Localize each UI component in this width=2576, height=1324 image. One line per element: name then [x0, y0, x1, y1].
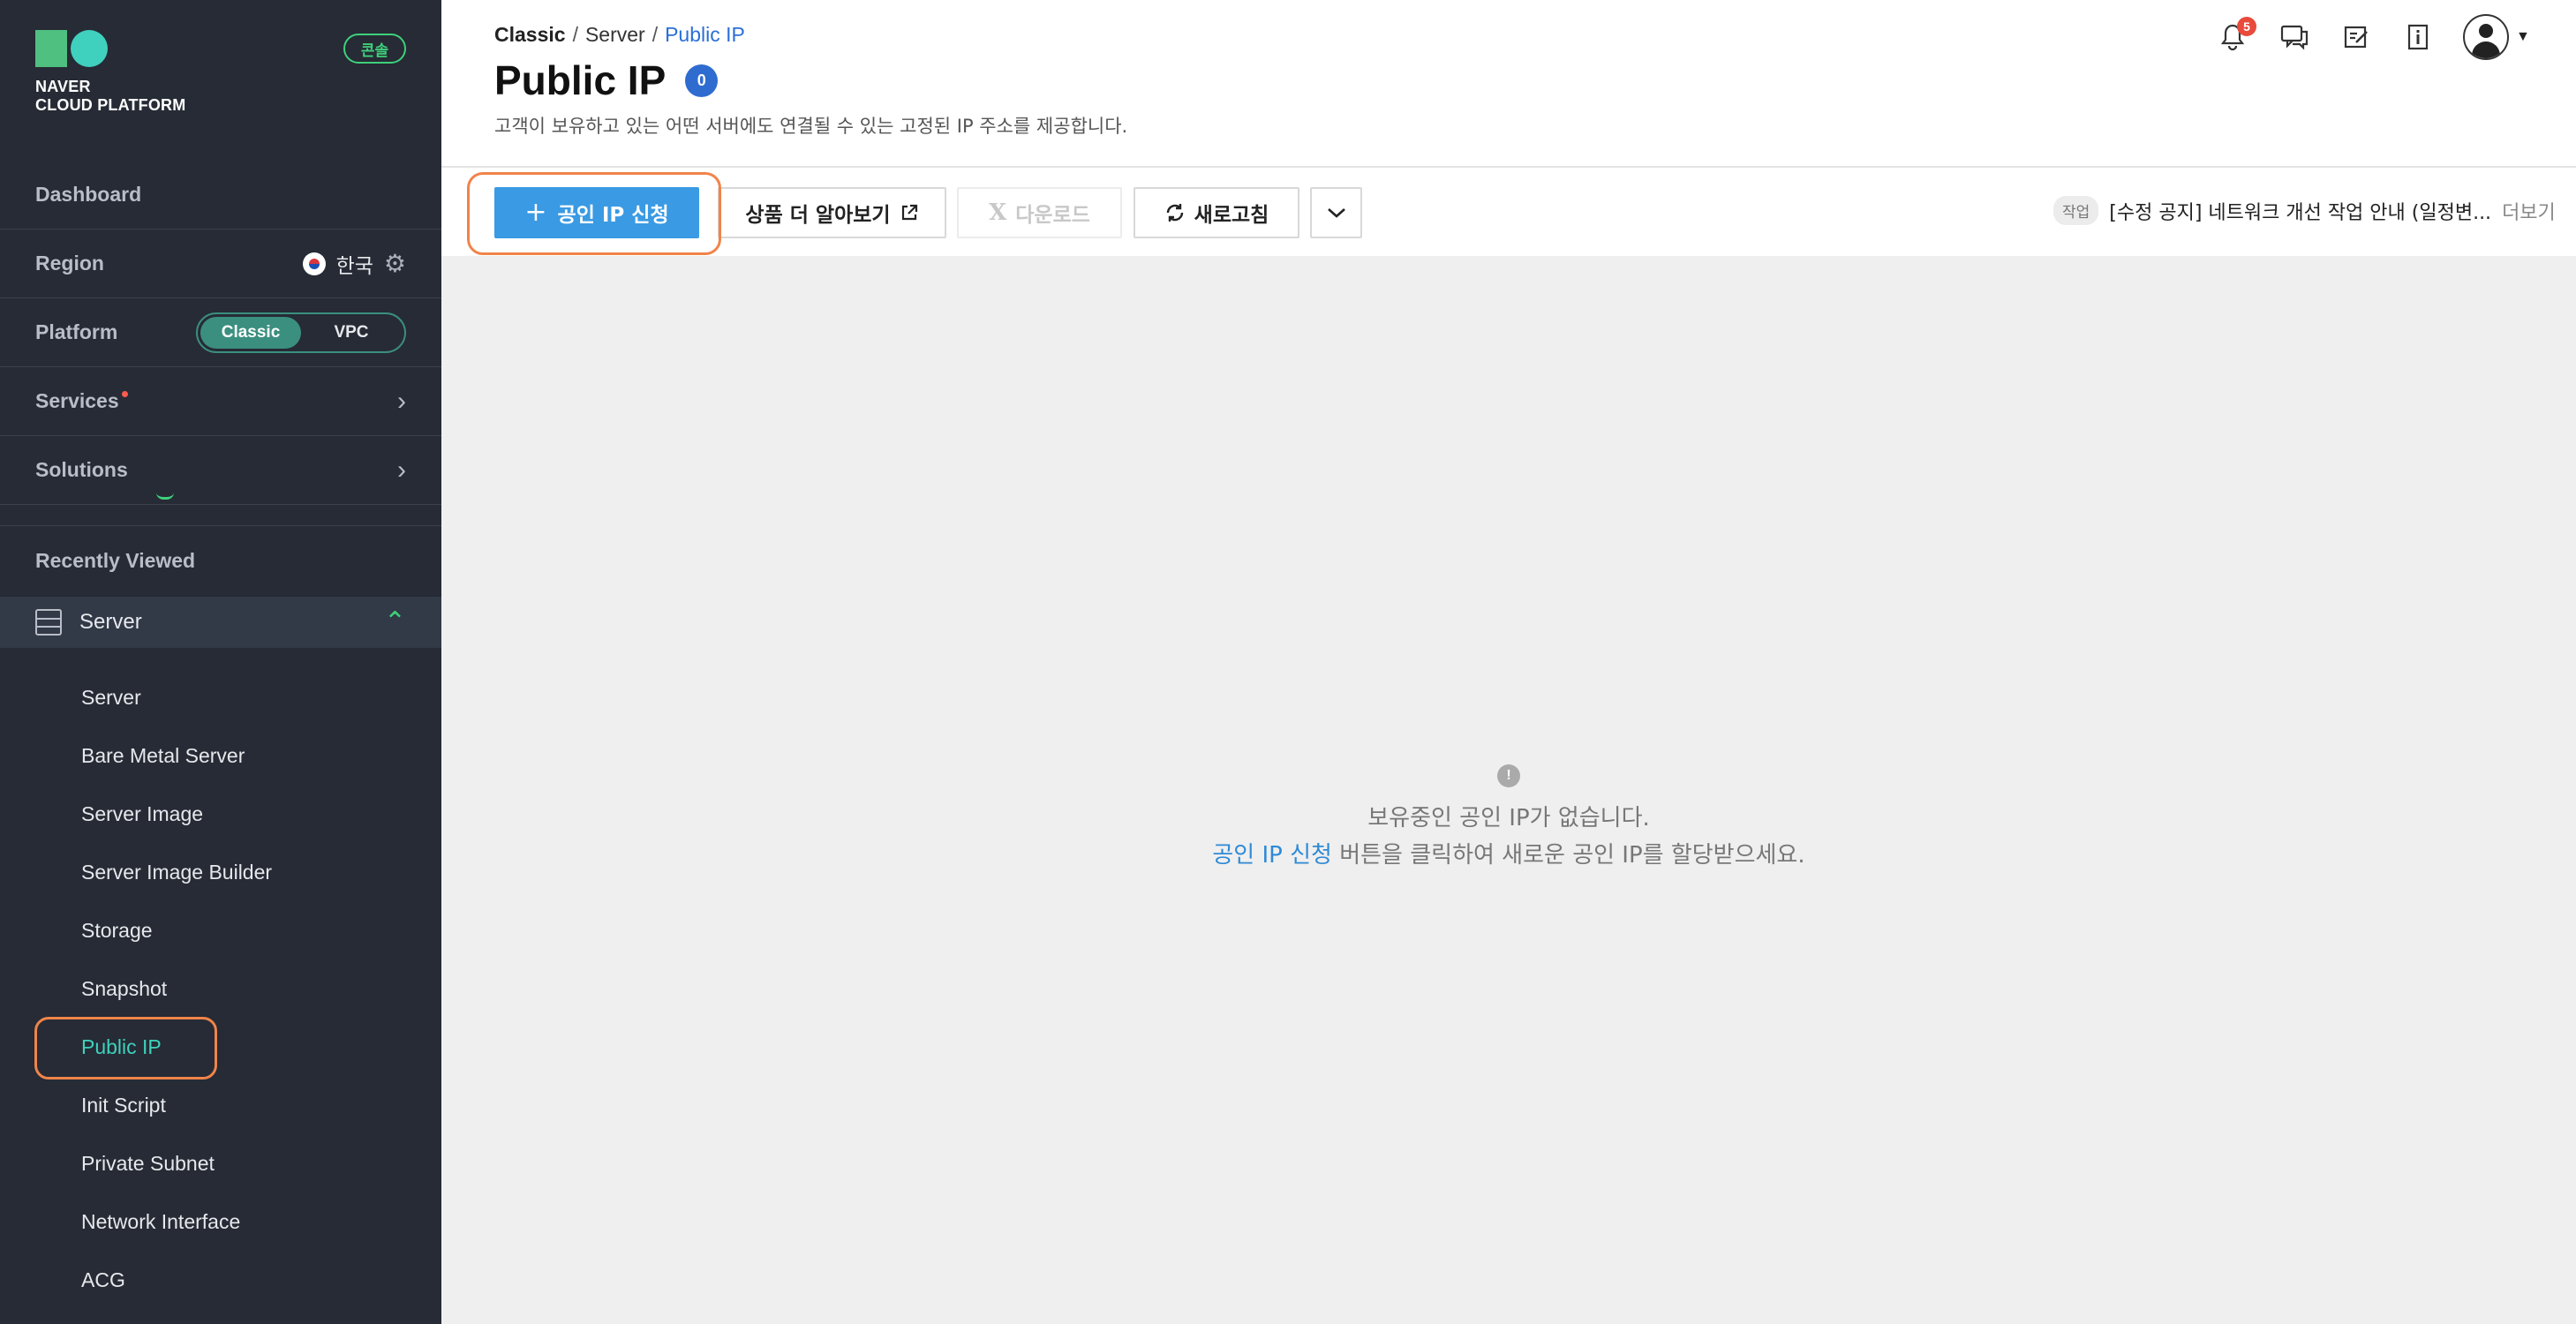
- sidebar-item-server-image-builder[interactable]: Server Image Builder: [81, 861, 272, 884]
- notification-count-badge: 5: [2237, 17, 2256, 36]
- empty-state: ! 보유중인 공인 IP가 없습니다. 공인 IP 신청 버튼을 클릭하여 새로…: [441, 764, 2576, 874]
- console-badge[interactable]: 콘솔: [343, 34, 406, 64]
- breadcrumb-separator: /: [572, 23, 578, 46]
- sidebar: NAVER CLOUD PLATFORM 콘솔 Dashboard Region…: [0, 0, 441, 1324]
- notice-banner[interactable]: 작업 [수정 공지] 네트워크 개선 작업 안내 (일정변... 더보기: [2053, 196, 2556, 225]
- highlight-outline-public-ip: [34, 1017, 217, 1080]
- avatar: [2463, 14, 2509, 60]
- sidebar-item-solutions[interactable]: Solutions ›: [0, 436, 441, 505]
- sidebar-item-server-image[interactable]: Server Image: [81, 802, 203, 826]
- korea-flag-icon: [302, 252, 326, 275]
- platform-option-classic[interactable]: Classic: [200, 316, 301, 349]
- sidebar-item-network-interface[interactable]: Network Interface: [81, 1210, 240, 1234]
- sidebar-divider: [0, 525, 441, 526]
- chevron-up-icon[interactable]: ⌃: [384, 609, 406, 636]
- sidebar-item-init-script[interactable]: Init Script: [81, 1094, 166, 1117]
- dashboard-label: Dashboard: [35, 183, 142, 206]
- info-document-icon[interactable]: [2401, 20, 2435, 54]
- learn-more-button[interactable]: 상품 더 알아보기: [718, 187, 946, 238]
- region-value[interactable]: 한국: [336, 249, 373, 279]
- memo-edit-icon[interactable]: [2339, 20, 2373, 54]
- excel-icon: X: [989, 199, 1007, 226]
- sidebar-item-private-subnet[interactable]: Private Subnet: [81, 1152, 215, 1176]
- title-row: Public IP 0: [494, 56, 719, 104]
- solutions-label: Solutions: [35, 458, 128, 481]
- server-icon: [35, 609, 62, 636]
- region-row: Region 한국 ⚙: [0, 229, 441, 298]
- sidebar-item-dashboard[interactable]: Dashboard: [0, 161, 441, 229]
- platform-toggle[interactable]: Classic VPC: [196, 312, 406, 353]
- learn-more-label: 상품 더 알아보기: [745, 204, 891, 227]
- logo-text: NAVER CLOUD PLATFORM: [35, 78, 186, 114]
- breadcrumb-separator: /: [652, 23, 659, 46]
- platform-option-vpc[interactable]: VPC: [301, 317, 402, 349]
- page-description: 고객이 보유하고 있는 어떤 서버에도 연결될 수 있는 고정된 IP 주소를 …: [494, 116, 1128, 137]
- breadcrumb: Classic / Server / Public IP: [494, 23, 745, 47]
- recent-group-server[interactable]: Server ⌃: [0, 597, 441, 648]
- breadcrumb-public-ip[interactable]: Public IP: [665, 23, 745, 47]
- logo-mark-icon: [35, 30, 185, 67]
- refresh-label: 새로고침: [1194, 204, 1269, 227]
- recent-group-label: Server: [79, 610, 142, 634]
- services-label: Services: [35, 389, 128, 413]
- sidebar-item-bare-metal-server[interactable]: Bare Metal Server: [81, 744, 245, 768]
- sidebar-item-storage[interactable]: Storage: [81, 919, 153, 943]
- new-dot-icon: [121, 391, 128, 397]
- refresh-button[interactable]: 새로고침: [1134, 187, 1299, 238]
- chevron-down-icon: [1327, 208, 1345, 218]
- region-label: Region: [35, 252, 104, 275]
- chevron-right-icon: ›: [397, 386, 406, 416]
- caret-down-icon: ▼: [2516, 29, 2530, 44]
- highlight-outline-apply-button: [467, 172, 721, 255]
- breadcrumb-server[interactable]: Server: [585, 23, 645, 47]
- breadcrumb-classic[interactable]: Classic: [494, 23, 566, 47]
- notice-text[interactable]: [수정 공지] 네트워크 개선 작업 안내 (일정변...: [2109, 197, 2491, 225]
- external-link-icon: [901, 204, 917, 221]
- sidebar-item-services[interactable]: Services ›: [0, 367, 441, 436]
- empty-apply-link[interactable]: 공인 IP 신청: [1212, 842, 1332, 869]
- sidebar-item-server[interactable]: Server: [81, 686, 141, 710]
- naver-cloud-logo[interactable]: NAVER CLOUD PLATFORM: [35, 30, 185, 115]
- user-menu[interactable]: ▼: [2463, 14, 2530, 60]
- download-button[interactable]: X 다운로드: [957, 187, 1122, 238]
- empty-instruction-rest: 버튼을 클릭하여 새로운 공인 IP를 할당받으세요.: [1331, 842, 1805, 869]
- info-icon: !: [1497, 764, 1520, 787]
- notice-tag: 작업: [2053, 196, 2099, 225]
- more-options-button[interactable]: [1310, 187, 1362, 238]
- download-label: 다운로드: [1015, 204, 1090, 227]
- refresh-icon: [1166, 204, 1183, 222]
- main-content: Classic / Server / Public IP Public IP 0…: [441, 0, 2576, 1324]
- recently-viewed-heading: Recently Viewed: [35, 549, 196, 572]
- empty-message: 보유중인 공인 IP가 없습니다.: [1367, 805, 1650, 831]
- content-area: ! 보유중인 공인 IP가 없습니다. 공인 IP 신청 버튼을 클릭하여 새로…: [441, 256, 2576, 1324]
- chevron-right-icon: ›: [397, 455, 406, 485]
- notice-more-link[interactable]: 더보기: [2502, 197, 2556, 225]
- empty-instruction: 공인 IP 신청 버튼을 클릭하여 새로운 공인 IP를 할당받으세요.: [441, 837, 2576, 874]
- platform-row: Platform Classic VPC: [0, 298, 441, 367]
- gear-icon[interactable]: ⚙: [384, 251, 406, 276]
- platform-label: Platform: [35, 320, 118, 343]
- bell-icon[interactable]: 5: [2216, 17, 2256, 54]
- count-badge: 0: [685, 64, 719, 97]
- chat-icon[interactable]: [2278, 20, 2311, 54]
- sidebar-item-snapshot[interactable]: Snapshot: [81, 977, 167, 1001]
- sidebar-item-acg[interactable]: ACG: [81, 1268, 125, 1292]
- page-title: Public IP: [494, 57, 667, 103]
- top-right-icons: 5 ▼: [2216, 14, 2530, 60]
